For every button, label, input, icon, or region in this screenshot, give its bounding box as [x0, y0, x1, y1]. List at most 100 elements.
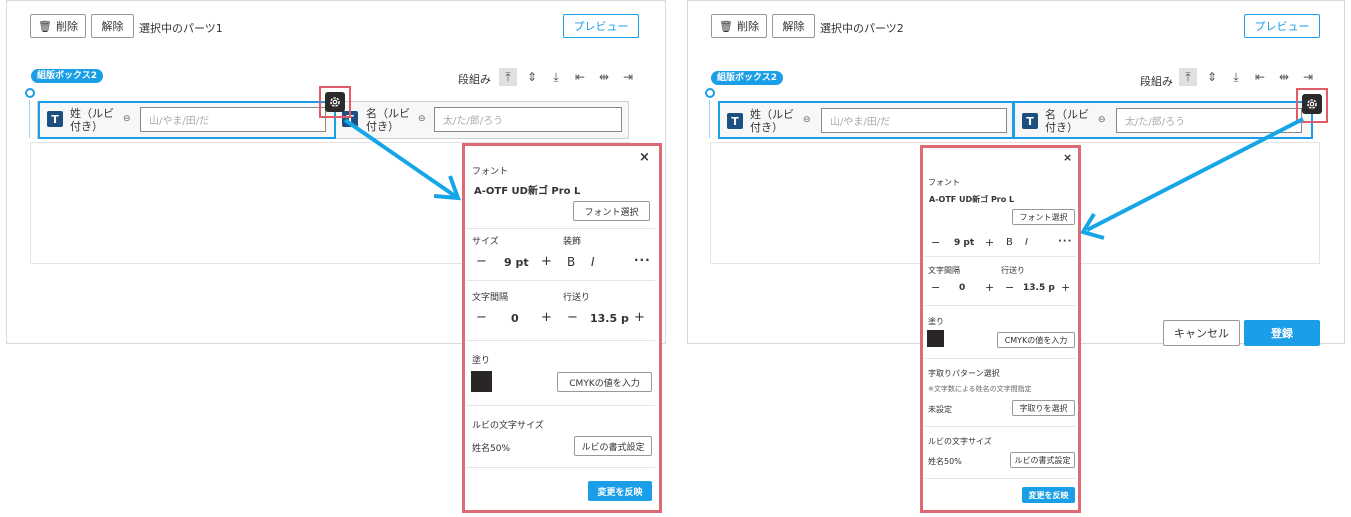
left-align-left-icon[interactable]: ⇤	[571, 68, 589, 86]
right-font-name: A-OTF UD新ゴ Pro L	[929, 195, 1015, 204]
left-spacing-minus-button[interactable]: −	[476, 310, 487, 325]
left-delete-button[interactable]: 🗑 削除	[30, 14, 86, 38]
left-italic-button[interactable]: I	[591, 255, 595, 269]
right-register-button[interactable]: 登録	[1244, 320, 1320, 346]
left-more-options-button[interactable]: ···	[634, 253, 651, 267]
right-gear-highlight	[1296, 88, 1328, 123]
divider	[467, 405, 655, 406]
divider	[925, 256, 1076, 257]
right-ruby-value: 姓名50%	[928, 457, 962, 466]
right-last-name-input[interactable]: 山/やま/田/だ	[821, 108, 1007, 133]
right-typesetting-box-chip: 組版ボックス2	[711, 71, 783, 85]
link-icon: ⊖	[418, 114, 426, 124]
divider	[467, 280, 655, 281]
right-align-right-icon[interactable]: ⇥	[1299, 68, 1317, 86]
right-size-minus-button[interactable]: −	[931, 236, 940, 249]
right-popup-close-button[interactable]: ×	[1063, 151, 1072, 164]
left-spacing-heading: 文字間隔	[472, 293, 509, 303]
link-icon: ⊖	[123, 114, 131, 124]
left-apply-changes-button[interactable]: 変更を反映	[588, 481, 652, 501]
left-align-top-icon[interactable]: ⤒	[499, 68, 517, 86]
right-spacing-minus-button[interactable]: −	[931, 281, 940, 294]
left-popup-close-button[interactable]: ×	[639, 150, 650, 165]
text-field-icon: T	[1022, 113, 1038, 129]
divider	[467, 467, 655, 468]
left-last-name-label: 姓（ルビ 付き）	[70, 107, 114, 133]
left-preview-button[interactable]: プレビュー	[563, 14, 639, 38]
left-leading-minus-button[interactable]: −	[567, 310, 578, 325]
right-size-value: 9 pt	[954, 238, 975, 248]
left-font-heading: フォント	[472, 167, 509, 177]
right-font-heading: フォント	[928, 178, 960, 187]
right-pattern-note: ※文字数による姓名の文字間指定	[928, 385, 1032, 393]
left-ruby-format-button[interactable]: ルビの書式設定	[574, 436, 652, 456]
right-release-button[interactable]: 解除	[772, 14, 815, 38]
link-icon: ⊖	[803, 115, 811, 125]
divider	[925, 305, 1076, 306]
trash-icon: 🗑	[719, 19, 733, 33]
right-align-left-icon[interactable]: ⇤	[1251, 68, 1269, 86]
right-align-center-icon[interactable]: ⇹	[1275, 68, 1293, 86]
left-align-right-icon[interactable]: ⇥	[619, 68, 637, 86]
left-bold-button[interactable]: B	[567, 255, 575, 269]
left-align-center-icon[interactable]: ⇹	[595, 68, 613, 86]
divider	[467, 340, 655, 341]
right-bold-button[interactable]: B	[1006, 237, 1013, 248]
left-fill-heading: 塗り	[472, 356, 491, 366]
left-size-value: 9 pt	[504, 256, 529, 269]
right-cmyk-button[interactable]: CMYKの値を入力	[997, 332, 1075, 348]
right-cancel-button[interactable]: キャンセル	[1163, 320, 1240, 346]
left-release-button[interactable]: 解除	[91, 14, 134, 38]
right-spacing-value: 0	[959, 283, 966, 293]
left-first-name-input[interactable]: 太/た/郎/ろう	[434, 107, 622, 132]
left-size-minus-button[interactable]: −	[476, 254, 487, 269]
right-leading-minus-button[interactable]: −	[1005, 281, 1014, 294]
right-pattern-select-button[interactable]: 字取りを選択	[1012, 400, 1075, 416]
left-column-label: 段組み	[458, 73, 491, 86]
trash-icon: 🗑	[38, 19, 52, 33]
right-selected-parts-label: 選択中のパーツ2	[820, 22, 904, 35]
right-align-bottom-icon[interactable]: ⤓	[1227, 68, 1245, 86]
right-preview-button[interactable]: プレビュー	[1244, 14, 1320, 38]
text-field-icon: T	[727, 113, 743, 129]
right-fill-color-swatch[interactable]	[927, 330, 944, 347]
left-last-name-input[interactable]: 山/やま/田/だ	[140, 107, 326, 132]
left-align-bottom-icon[interactable]: ⤓	[547, 68, 565, 86]
right-delete-button[interactable]: 🗑 削除	[711, 14, 767, 38]
right-leading-value: 13.5 p	[1023, 283, 1055, 293]
left-leading-heading: 行送り	[563, 293, 591, 303]
right-more-options-button[interactable]: ···	[1058, 236, 1072, 247]
right-align-top-icon[interactable]: ⤒	[1179, 68, 1197, 86]
right-align-middle-icon[interactable]: ⇕	[1203, 68, 1221, 86]
right-leading-plus-button[interactable]: +	[1061, 281, 1070, 294]
link-icon: ⊖	[1098, 115, 1106, 125]
left-target-circle-icon	[25, 88, 35, 98]
left-spacing-plus-button[interactable]: +	[541, 310, 552, 325]
left-leading-plus-button[interactable]: +	[634, 310, 645, 325]
left-size-plus-button[interactable]: +	[541, 254, 552, 269]
right-font-select-button[interactable]: フォント選択	[1012, 209, 1075, 225]
left-ruby-value: 姓名50%	[472, 444, 511, 454]
right-italic-button[interactable]: I	[1025, 237, 1028, 248]
left-decoration-heading: 装飾	[563, 237, 582, 247]
divider	[925, 478, 1076, 479]
left-font-select-button[interactable]: フォント選択	[573, 201, 650, 221]
left-first-name-label: 名（ルビ 付き）	[366, 107, 410, 133]
right-size-plus-button[interactable]: +	[985, 236, 994, 249]
right-first-name-label: 名（ルビ 付き）	[1045, 108, 1089, 134]
right-ruby-heading: ルビの文字サイズ	[928, 437, 992, 446]
right-spacing-plus-button[interactable]: +	[985, 281, 994, 294]
left-vertical-guide	[29, 100, 30, 138]
left-spacing-value: 0	[511, 312, 519, 325]
right-vertical-guide	[709, 100, 710, 138]
right-ruby-format-button[interactable]: ルビの書式設定	[1010, 452, 1075, 468]
text-field-icon: T	[47, 111, 63, 127]
right-leading-heading: 行送り	[1001, 266, 1025, 275]
left-fill-color-swatch[interactable]	[471, 371, 492, 392]
left-gear-highlight	[319, 86, 351, 118]
divider	[467, 228, 655, 229]
left-align-middle-icon[interactable]: ⇕	[523, 68, 541, 86]
left-cmyk-button[interactable]: CMYKの値を入力	[557, 372, 652, 392]
right-apply-changes-button[interactable]: 変更を反映	[1022, 487, 1075, 503]
right-first-name-input[interactable]: 太/た/郎/ろう	[1116, 108, 1302, 133]
